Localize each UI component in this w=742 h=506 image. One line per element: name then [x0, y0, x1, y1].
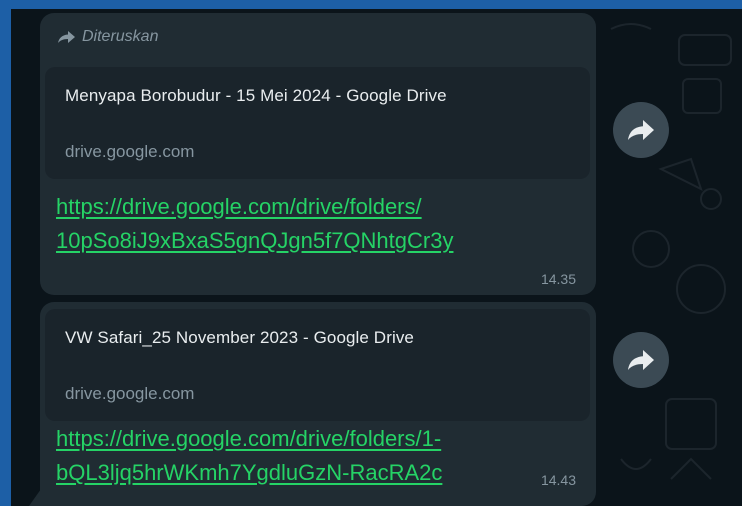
preview-title: Menyapa Borobudur - 15 Mei 2024 - Google…: [65, 86, 447, 105]
link-preview-card[interactable]: Menyapa Borobudur - 15 Mei 2024 - Google…: [45, 67, 590, 179]
preview-title: VW Safari_25 November 2023 - Google Driv…: [65, 328, 414, 347]
preview-domain: drive.google.com: [65, 142, 195, 161]
share-forward-icon: [628, 120, 654, 140]
message-time: 14.35: [540, 271, 576, 287]
link-line-1[interactable]: https://drive.google.com/drive/folders/: [56, 194, 422, 219]
message-bubble-1[interactable]: Diteruskan Menyapa Borobudur - 15 Mei 20…: [40, 13, 596, 295]
forwarded-label: Diteruskan: [82, 28, 159, 45]
preview-domain: drive.google.com: [65, 384, 195, 403]
link-line-1[interactable]: https://drive.google.com/drive/folders/1…: [56, 426, 441, 451]
share-button-1[interactable]: [613, 102, 669, 158]
forwarded-indicator: Diteruskan: [58, 27, 158, 47]
link-line-2[interactable]: 10pSo8iJ9xBxaS5gnQJgn5f7QNhtgCr3y: [56, 228, 453, 253]
message-bubble-2[interactable]: VW Safari_25 November 2023 - Google Driv…: [40, 302, 596, 506]
link-preview-card[interactable]: VW Safari_25 November 2023 - Google Driv…: [45, 309, 590, 421]
drive-link[interactable]: https://drive.google.com/drive/folders/1…: [56, 422, 526, 490]
drive-link[interactable]: https://drive.google.com/drive/folders/ …: [56, 190, 526, 258]
share-forward-icon: [628, 350, 654, 370]
forward-arrow-icon: [58, 31, 75, 43]
share-button-2[interactable]: [613, 332, 669, 388]
chat-area: Diteruskan Menyapa Borobudur - 15 Mei 20…: [11, 9, 742, 506]
link-line-2[interactable]: bQL3ljq5hrWKmh7YgdluGzN-RacRA2c: [56, 460, 442, 485]
message-time: 14.43: [540, 472, 576, 488]
